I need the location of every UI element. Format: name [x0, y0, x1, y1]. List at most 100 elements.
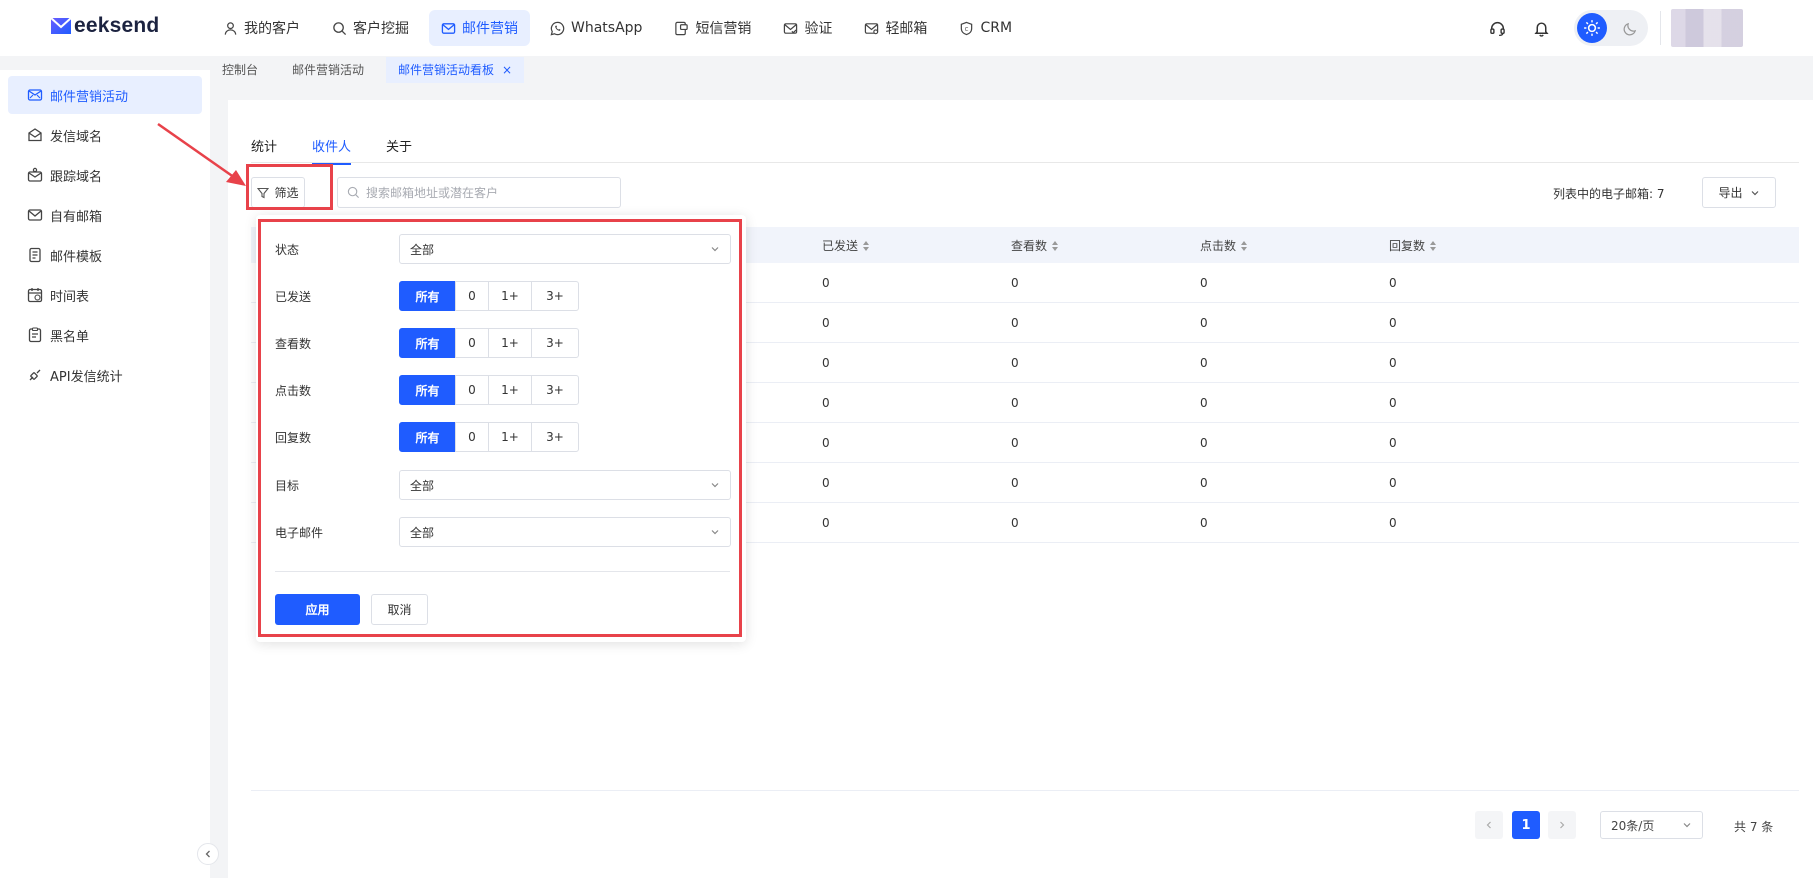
column-header-sent[interactable]: 已发送: [822, 237, 870, 254]
chevron-down-icon: [1683, 823, 1691, 828]
column-label: 点击数: [1200, 239, 1237, 253]
column-label: 回复数: [1389, 239, 1426, 253]
cell-views: 0: [1011, 436, 1019, 450]
sort-icon[interactable]: [1430, 240, 1437, 251]
cell-views: 0: [1011, 356, 1019, 370]
chevron-right-icon: [1560, 821, 1565, 829]
theme-toggle[interactable]: [1574, 10, 1648, 46]
search-icon: [347, 186, 360, 199]
search-box[interactable]: [337, 177, 621, 208]
logo-text: eeksend: [74, 14, 160, 37]
page-size-select[interactable]: 20条/页: [1600, 811, 1703, 839]
logo[interactable]: eeksend: [49, 14, 159, 38]
tabs-divider: [251, 162, 1799, 163]
sidebar-item-blacklist[interactable]: 黑名单: [8, 316, 202, 354]
template-icon: [29, 247, 41, 263]
email-count: 列表中的电子邮箱: 7: [1553, 187, 1665, 201]
logo-g-icon: [50, 17, 72, 34]
prev-page-button[interactable]: [1475, 811, 1503, 839]
support-button[interactable]: [1486, 17, 1508, 39]
page-number-current[interactable]: 1: [1512, 811, 1540, 839]
top-right-tools: [1486, 8, 1813, 48]
sidebar-item-schedule[interactable]: 时间表: [8, 276, 202, 314]
tab-label: 控制台: [222, 63, 259, 77]
column-header-clicks[interactable]: 点击数: [1200, 237, 1248, 254]
cell-replies: 0: [1389, 436, 1397, 450]
next-page-button[interactable]: [1548, 811, 1576, 839]
nav-sms-marketing[interactable]: 短信营销: [662, 10, 763, 46]
api-icon: [29, 369, 41, 381]
tab-about[interactable]: 关于: [386, 136, 412, 165]
sidebar-item-own-mailbox[interactable]: 自有邮箱: [8, 196, 202, 234]
cell-clicks: 0: [1200, 476, 1208, 490]
notification-button[interactable]: [1530, 17, 1552, 39]
content-tabs: 统计 收件人 关于: [251, 136, 447, 165]
cell-clicks: 0: [1200, 276, 1208, 290]
sidebar-item-email-campaigns[interactable]: 邮件营销活动: [8, 76, 202, 114]
column-header-views[interactable]: 查看数: [1011, 237, 1059, 254]
column-label: 已发送: [822, 239, 859, 253]
cell-sent: 0: [822, 436, 830, 450]
sidebar-item-label: 自有邮箱: [50, 209, 103, 225]
sort-icon[interactable]: [1241, 240, 1248, 251]
cell-views: 0: [1011, 516, 1019, 530]
nav-light-mailbox[interactable]: 轻邮箱: [852, 10, 939, 46]
sort-icon[interactable]: [1052, 240, 1059, 251]
column-header-replies[interactable]: 回复数: [1389, 237, 1437, 254]
export-button[interactable]: 导出: [1702, 177, 1776, 208]
cell-sent: 0: [822, 356, 830, 370]
bell-icon: [1533, 21, 1549, 37]
nav-customer-mining[interactable]: 客户挖掘: [320, 10, 421, 46]
sidebar-collapse-button[interactable]: [197, 843, 219, 865]
chevron-left-icon: [205, 850, 210, 858]
campaign-icon: [27, 89, 43, 101]
highlight-box-filter-panel: [258, 219, 742, 637]
main-nav: 我的客户 客户挖掘 邮件营销 WhatsApp 短信营销 验证 轻邮箱 C CR: [211, 10, 1032, 46]
mail-icon: [441, 22, 456, 34]
cell-replies: 0: [1389, 276, 1397, 290]
avatar[interactable]: [1671, 9, 1743, 47]
svg-text:C: C: [965, 26, 969, 32]
sidebar-item-label: 邮件模板: [50, 249, 103, 265]
schedule-icon: [27, 288, 43, 303]
page-tabs: 控制台 邮件营销活动 邮件营销活动看板 ×: [210, 56, 534, 84]
tab-console[interactable]: 控制台: [210, 57, 270, 83]
tab-recipients[interactable]: 收件人: [312, 136, 352, 165]
nav-email-marketing[interactable]: 邮件营销: [429, 10, 530, 46]
cell-clicks: 0: [1200, 436, 1208, 450]
sidebar-item-api-stats[interactable]: API发信统计: [8, 356, 202, 394]
close-tab-icon[interactable]: ×: [502, 57, 512, 83]
toolbar-divider: [1660, 11, 1661, 45]
cell-views: 0: [1011, 316, 1019, 330]
sun-icon: [1584, 20, 1600, 36]
cell-sent: 0: [822, 316, 830, 330]
nav-label: 轻邮箱: [885, 21, 928, 37]
cell-sent: 0: [822, 476, 830, 490]
cell-views: 0: [1011, 276, 1019, 290]
sidebar-item-label: 跟踪域名: [50, 169, 103, 185]
nav-label: 邮件营销: [462, 21, 518, 37]
sidebar-item-label: API发信统计: [50, 369, 123, 385]
cell-replies: 0: [1389, 516, 1397, 530]
light-mode-button[interactable]: [1577, 13, 1607, 43]
cell-clicks: 0: [1200, 396, 1208, 410]
nav-crm[interactable]: C CRM: [947, 10, 1024, 46]
tab-email-campaigns[interactable]: 邮件营销活动: [280, 57, 376, 83]
page-size-value: 20条/页: [1611, 818, 1655, 833]
nav-verify[interactable]: 验证: [771, 10, 844, 46]
dark-mode-button[interactable]: [1615, 13, 1645, 43]
sidebar-item-label: 邮件营销活动: [50, 89, 129, 105]
cell-sent: 0: [822, 396, 830, 410]
nav-label: 验证: [804, 21, 833, 37]
domain-icon: [28, 128, 42, 142]
sidebar-item-email-template[interactable]: 邮件模板: [8, 236, 202, 274]
nav-my-customers[interactable]: 我的客户: [211, 10, 312, 46]
export-label: 导出: [1718, 186, 1743, 200]
sidebar-item-label: 时间表: [50, 289, 90, 305]
sort-icon[interactable]: [863, 240, 870, 251]
sidebar-item-label: 黑名单: [50, 329, 90, 345]
nav-whatsapp[interactable]: WhatsApp: [538, 10, 654, 46]
search-input[interactable]: [366, 185, 606, 200]
cell-clicks: 0: [1200, 516, 1208, 530]
tab-campaign-board[interactable]: 邮件营销活动看板 ×: [386, 57, 525, 83]
